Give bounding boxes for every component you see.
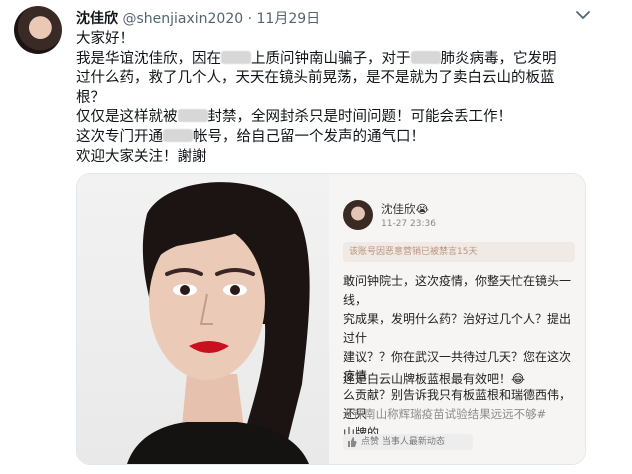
portrait-illustration	[127, 182, 310, 464]
tweet-date[interactable]: 11月29日	[257, 11, 321, 27]
tweet-media[interactable]: 沈佳欣😭 11-27 23:36 该账号因恶意营销已被禁言15天 敢问钟院士，这…	[76, 173, 586, 465]
thumbs-up-icon	[348, 437, 357, 447]
tweet-line: 仅仅是这样就被 封禁，全网封杀只是时间问题！可能会丢工作！	[76, 109, 512, 126]
tweet-line: 我是华谊沈佳欣，因在 上质问钟南山骗子，对于 肺炎病毒，它发明	[76, 50, 557, 67]
redacted-text	[410, 50, 441, 64]
header-separator: ·	[247, 11, 253, 27]
tweet-line: 大家好！	[76, 31, 134, 47]
screenshot-hashtag: #钟南山称辉瑞疫苗试验结果远远不够#	[343, 407, 547, 421]
redacted-text	[163, 128, 193, 142]
tweet-text: 大家好！ 我是华谊沈佳欣，因在 上质问钟南山骗子，对于 肺炎病毒，它发明 过什么药，…	[76, 30, 616, 167]
tweet-line: 根？	[76, 89, 105, 106]
author-name[interactable]: 沈佳欣	[76, 11, 118, 27]
screenshot-like-bar: 点赞 当事人最新动态	[343, 434, 473, 450]
redacted-text	[177, 109, 208, 123]
weibo-screenshot[interactable]: 沈佳欣😭 11-27 23:36 该账号因恶意营销已被禁言15天 敢问钟院士，这…	[329, 174, 585, 464]
screenshot-name: 沈佳欣😭	[381, 202, 429, 216]
screenshot-line: 还是白云山牌板蓝根最有效吧！😂	[343, 372, 526, 386]
tweet-header: 沈佳欣 @shenjiaxin2020 · 11月29日	[76, 8, 320, 28]
portrait-photo[interactable]	[77, 174, 329, 464]
chevron-down-icon[interactable]	[574, 8, 592, 22]
redacted-text	[221, 50, 251, 64]
screenshot-time: 11-27 23:36	[381, 219, 436, 229]
tweet-line: 这次专门开通 帐号，给自己留一个发声的通气口！	[76, 128, 425, 145]
ban-notice: 该账号因恶意营销已被禁言15天	[343, 242, 575, 262]
screenshot-avatar	[343, 200, 373, 230]
author-handle[interactable]: @shenjiaxin2020	[122, 11, 243, 27]
tweet-line: 过什么药，救了几个人，天天在镜头前晃荡，是不是就为了卖白云山的板蓝	[76, 70, 555, 87]
tweet-line: 欢迎大家关注！謝謝	[76, 148, 207, 165]
author-avatar[interactable]	[14, 6, 62, 54]
